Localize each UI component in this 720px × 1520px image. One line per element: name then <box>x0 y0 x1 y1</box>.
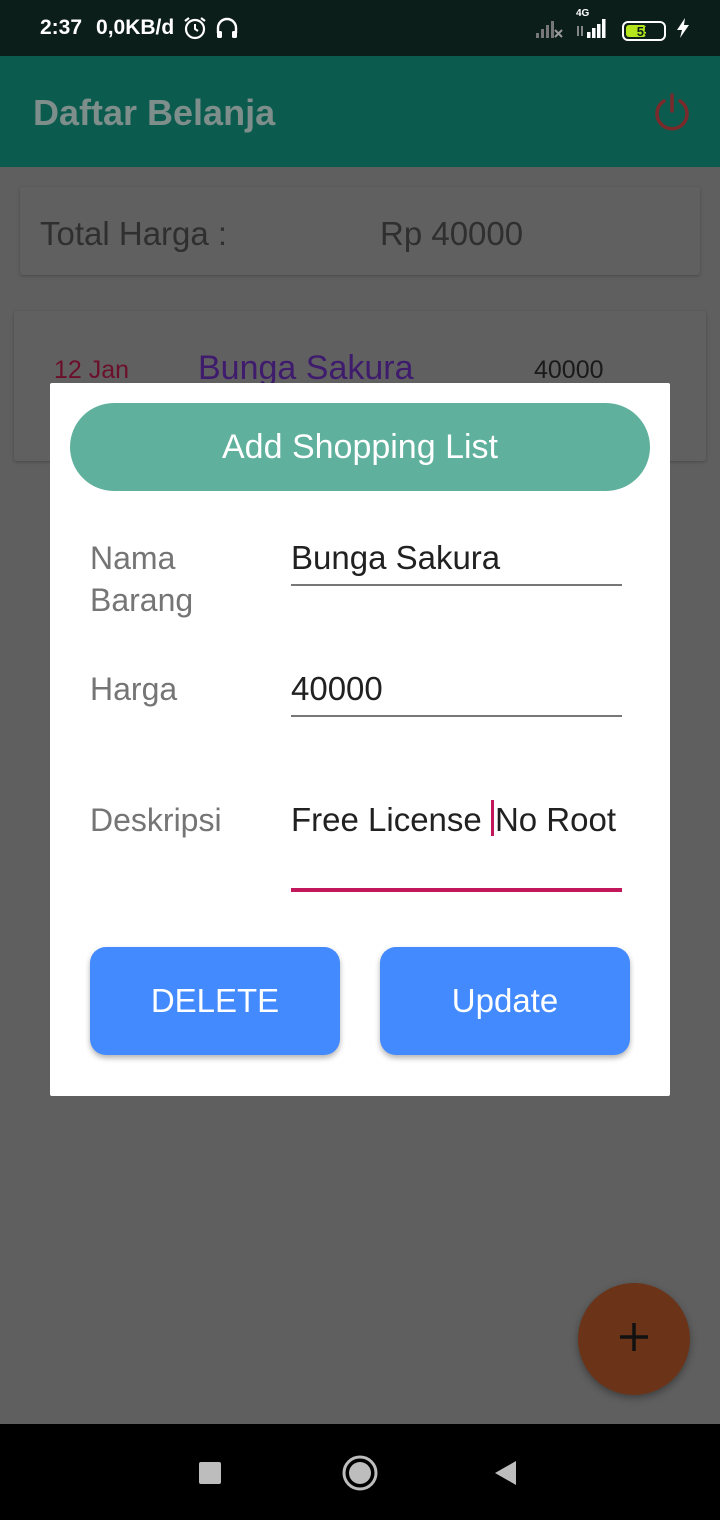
signal-4g-icon: 4G <box>574 8 612 46</box>
desc-label: Deskripsi <box>90 802 222 838</box>
item-date: 12 Jan <box>54 356 130 384</box>
name-field[interactable]: Bunga Sakura <box>291 537 622 579</box>
charging-icon <box>676 17 690 45</box>
alarm-icon <box>182 15 208 41</box>
home-icon[interactable] <box>341 1454 379 1497</box>
desc-text-after-cursor: No Root <box>494 801 616 838</box>
network-type: 4G <box>576 8 590 19</box>
back-icon[interactable] <box>494 1460 518 1491</box>
item-price: 40000 <box>534 356 604 384</box>
shopping-list-dialog: Add Shopping List Nama Barang Bunga Saku… <box>50 383 670 1096</box>
plus-icon <box>617 1320 651 1359</box>
power-icon[interactable] <box>652 92 692 132</box>
app-title: Daftar Belanja <box>33 92 276 133</box>
navigation-bar <box>0 1424 720 1520</box>
battery-level: 55 <box>636 23 652 39</box>
total-card: Total Harga : Rp 40000 <box>20 187 700 275</box>
signal-no-service-icon <box>534 16 564 46</box>
network-speed: 0,0KB/d <box>96 16 175 39</box>
name-label: Nama Barang <box>90 540 194 618</box>
status-time: 2:37 <box>40 16 83 39</box>
price-field[interactable]: 40000 <box>291 668 622 710</box>
headphones-icon <box>214 15 240 41</box>
total-value: Rp 40000 <box>380 215 524 252</box>
dialog-title: Add Shopping List <box>70 403 650 491</box>
add-item-button[interactable] <box>578 1283 690 1395</box>
delete-button[interactable]: DELETE <box>90 947 340 1055</box>
name-field-underline <box>291 584 622 586</box>
status-bar: 2:37 0,0KB/d 4G 55 <box>0 0 720 56</box>
total-label: Total Harga : <box>40 215 228 252</box>
update-button[interactable]: Update <box>380 947 630 1055</box>
price-field-underline <box>291 715 622 717</box>
desc-field-underline <box>291 888 622 892</box>
status-right: 4G 55 <box>534 8 690 46</box>
battery-icon: 55 <box>622 21 666 41</box>
price-label: Harga <box>90 671 178 707</box>
desc-field[interactable]: Free License No Root <box>291 799 622 841</box>
recents-icon[interactable] <box>198 1461 222 1490</box>
app-bar: Daftar Belanja <box>0 56 720 167</box>
screen: 2:37 0,0KB/d 4G 55 Daftar Belanja Total … <box>0 0 720 1520</box>
text-cursor <box>490 800 494 836</box>
desc-text-before-cursor: Free License <box>291 801 491 838</box>
